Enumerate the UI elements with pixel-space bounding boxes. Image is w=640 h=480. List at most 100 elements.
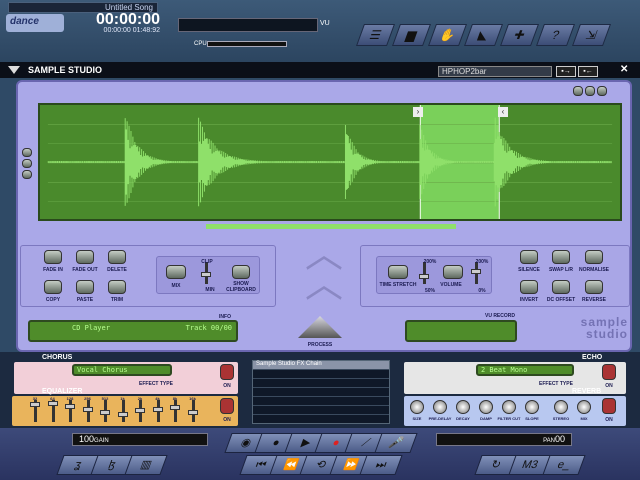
time-sub: 00:00:00 01:48:92: [80, 27, 160, 34]
slider-thumb[interactable]: [65, 403, 75, 409]
silence-button[interactable]: [520, 250, 538, 264]
copy-button[interactable]: [44, 280, 62, 294]
knob-pre-delay[interactable]: [433, 400, 447, 414]
fx-chain-slot[interactable]: [253, 388, 389, 397]
chevron-up-icon: ︿ ︿: [304, 234, 343, 306]
slider-thumb[interactable]: [152, 406, 163, 412]
volume-slider[interactable]: [471, 262, 481, 284]
eq-slider-1k[interactable]: [117, 400, 128, 422]
chorus-preset[interactable]: Vocal Chorus: [72, 364, 172, 376]
pan-label: PAN: [543, 438, 555, 444]
knob-slope[interactable]: [525, 400, 539, 414]
email-icon[interactable]: e_: [542, 455, 586, 475]
reverb-knob-label: MIX: [580, 416, 588, 421]
eq-slider-32[interactable]: [30, 400, 40, 422]
sample-name-field[interactable]: HPHOP2bar: [438, 66, 552, 77]
slider-thumb[interactable]: [47, 401, 58, 407]
slider-thumb[interactable]: [30, 402, 40, 408]
fx-chain-slot[interactable]: [253, 379, 389, 388]
save-sample-button[interactable]: ▪←: [578, 66, 598, 77]
knob-damp[interactable]: [479, 400, 493, 414]
process-label: PROCESS: [307, 342, 333, 348]
knob-mix[interactable]: [577, 400, 591, 414]
fx-chain-slot[interactable]: [253, 370, 389, 379]
mix-button[interactable]: [166, 265, 186, 279]
reverse-label: REVERSE: [582, 297, 606, 303]
slider-thumb[interactable]: [135, 407, 145, 413]
waveform-scrollbar[interactable]: [206, 224, 456, 229]
show-clipboard-button[interactable]: [232, 265, 250, 279]
eq-band-label: 16k: [189, 396, 196, 401]
fx-chain-title[interactable]: Sample Studio FX Chain: [253, 361, 389, 370]
paste-button[interactable]: [76, 280, 94, 294]
fx-chain-slot[interactable]: [253, 397, 389, 406]
vu-record-meter: [405, 320, 517, 342]
gain-label: GAIN: [94, 438, 109, 444]
slider-thumb[interactable]: [100, 410, 110, 416]
normalise-label: NORMALISE: [579, 267, 609, 273]
invert-button[interactable]: [520, 280, 538, 294]
knob-filter-cut[interactable]: [502, 400, 516, 414]
eq-slider-64[interactable]: [47, 400, 58, 422]
knob-decay[interactable]: [456, 400, 470, 414]
zoom-fit-button[interactable]: [585, 86, 595, 96]
slider-thumb[interactable]: [170, 404, 180, 410]
eq-slider-512[interactable]: [100, 400, 110, 422]
gain-value: 100: [79, 434, 95, 444]
swap-l-r-button[interactable]: [552, 250, 570, 264]
reverb-on-button[interactable]: [602, 398, 616, 414]
eq-slider-128[interactable]: [65, 400, 75, 422]
info-display: CD Player Track 00/00: [28, 320, 238, 342]
trim-label: TRIM: [110, 297, 124, 303]
fade-out-button[interactable]: [76, 250, 94, 264]
close-icon[interactable]: ✕: [620, 64, 628, 75]
selection-end-handle[interactable]: ‹: [498, 107, 508, 117]
zoom-in-button[interactable]: [597, 86, 607, 96]
echo-preset[interactable]: 2 Beat Mono: [476, 364, 574, 376]
chorus-on-button[interactable]: [220, 364, 234, 380]
stretch-slider[interactable]: [419, 262, 429, 284]
logo: dance: [6, 14, 64, 32]
microphone-icon[interactable]: 🎤: [374, 433, 418, 453]
echo-title: ECHO: [582, 354, 603, 361]
reverse-button[interactable]: [585, 280, 603, 294]
eq-slider-256[interactable]: [82, 400, 93, 422]
echo-on-button[interactable]: [602, 364, 616, 380]
knob-stereo[interactable]: [554, 400, 568, 414]
slider-thumb[interactable]: [117, 412, 128, 418]
vzoom-out-button[interactable]: [22, 170, 32, 179]
eq-on-button[interactable]: [220, 398, 234, 414]
eq-slider-4k[interactable]: [152, 400, 163, 422]
volume-max-label: 200%: [475, 259, 489, 265]
eq-slider-16k[interactable]: [187, 400, 198, 422]
slider-thumb[interactable]: [82, 406, 93, 412]
vzoom-in-button[interactable]: [22, 148, 32, 157]
grid-tool-icon[interactable]: ▥: [124, 455, 168, 475]
fade-in-button[interactable]: [44, 250, 62, 264]
stretch-max-label: 200%: [423, 259, 437, 265]
studio-title: SAMPLE STUDIO: [28, 65, 103, 75]
mix-slider[interactable]: [201, 262, 211, 284]
delete-label: DELETE: [107, 267, 127, 273]
volume-button[interactable]: [443, 265, 463, 279]
skip-end-icon[interactable]: ⏭: [359, 455, 403, 475]
eq-slider-8k[interactable]: [170, 400, 180, 422]
pan-control[interactable]: PAN00: [436, 433, 572, 446]
eq-slider-2k[interactable]: [135, 400, 145, 422]
knob-size[interactable]: [410, 400, 424, 414]
normalise-button[interactable]: [585, 250, 603, 264]
load-sample-button[interactable]: ▪→: [556, 66, 576, 77]
dc-offset-button[interactable]: [552, 280, 570, 294]
selection-start-handle[interactable]: ›: [413, 107, 423, 117]
eq-on-label: ON: [223, 417, 231, 423]
slider-thumb[interactable]: [187, 410, 198, 416]
delete-button[interactable]: [108, 250, 126, 264]
vzoom-fit-button[interactable]: [22, 159, 32, 168]
gain-control[interactable]: 100GAIN: [72, 433, 208, 446]
elapsed-time: 00:00:00: [103, 27, 131, 34]
trim-button[interactable]: [108, 280, 126, 294]
time-stretch-button[interactable]: [388, 265, 408, 279]
waveform-display[interactable]: [38, 103, 622, 221]
fx-chain-slot[interactable]: [253, 406, 389, 415]
zoom-out-button[interactable]: [573, 86, 583, 96]
